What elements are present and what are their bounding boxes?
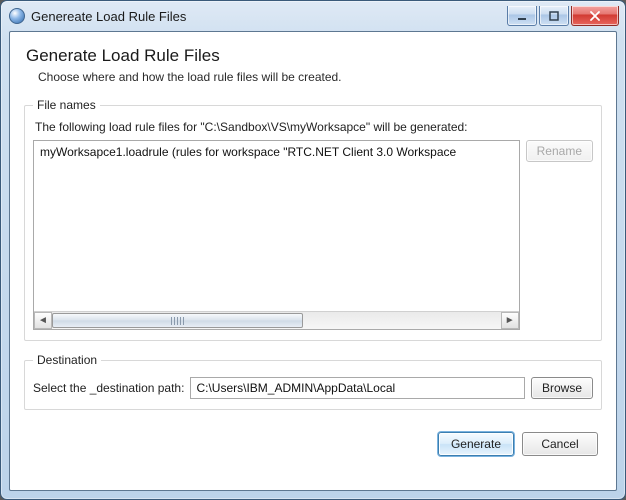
page-subtitle: Choose where and how the load rule files… xyxy=(38,70,602,84)
window-controls xyxy=(507,6,619,26)
scroll-thumb[interactable] xyxy=(52,313,303,328)
filenames-listbox[interactable]: myWorksapce1.loadrule (rules for workspa… xyxy=(33,140,520,330)
list-item[interactable]: myWorksapce1.loadrule (rules for workspa… xyxy=(40,145,513,159)
destination-group: Destination Select the _destination path… xyxy=(24,353,602,410)
dialog-window: Genereate Load Rule Files Generate Load … xyxy=(0,0,626,500)
close-button[interactable] xyxy=(571,6,619,26)
page-title: Generate Load Rule Files xyxy=(26,46,602,66)
destination-legend: Destination xyxy=(33,353,101,367)
browse-button[interactable]: Browse xyxy=(531,377,593,399)
close-icon xyxy=(589,11,601,21)
maximize-button[interactable] xyxy=(539,6,569,26)
horizontal-scrollbar[interactable]: ◄ ► xyxy=(34,311,519,329)
titlebar[interactable]: Genereate Load Rule Files xyxy=(1,1,625,31)
dialog-footer: Generate Cancel xyxy=(24,422,602,458)
cancel-button[interactable]: Cancel xyxy=(522,432,598,456)
filenames-description: The following load rule files for "C:\Sa… xyxy=(35,120,593,134)
rename-button: Rename xyxy=(526,140,593,162)
filenames-group: File names The following load rule files… xyxy=(24,98,602,341)
filenames-legend: File names xyxy=(33,98,100,112)
scroll-right-button[interactable]: ► xyxy=(501,312,519,329)
window-title: Genereate Load Rule Files xyxy=(31,9,507,24)
maximize-icon xyxy=(549,11,559,21)
generate-button[interactable]: Generate xyxy=(438,432,514,456)
scroll-left-button[interactable]: ◄ xyxy=(34,312,52,329)
minimize-button[interactable] xyxy=(507,6,537,26)
destination-label: Select the _destination path: xyxy=(33,381,184,395)
scroll-track[interactable] xyxy=(52,312,501,329)
destination-input[interactable] xyxy=(190,377,525,399)
minimize-icon xyxy=(517,11,527,21)
client-area: Generate Load Rule Files Choose where an… xyxy=(9,31,617,491)
app-icon xyxy=(9,8,25,24)
